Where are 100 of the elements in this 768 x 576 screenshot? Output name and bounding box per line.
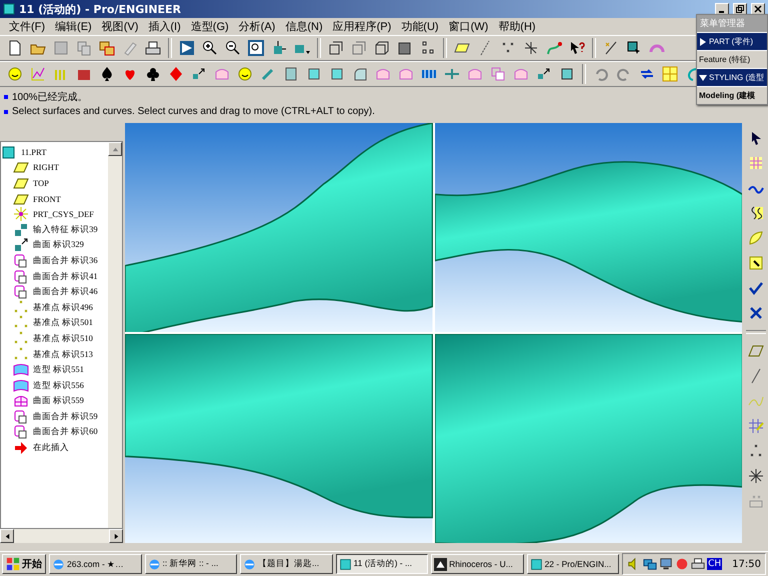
menu-item[interactable]: 文件(F) — [4, 19, 50, 34]
folders-icon — [99, 40, 115, 56]
pencil-icon — [122, 40, 138, 56]
close-icon — [748, 305, 764, 321]
language-indicator[interactable]: CH — [707, 558, 722, 570]
printer-icon — [145, 40, 161, 56]
menu-item[interactable]: 信息(N) — [280, 19, 328, 34]
menu-manager-item[interactable]: Modeling (建模 — [697, 86, 767, 104]
tree-item[interactable]: FRONT — [13, 190, 108, 206]
menu-manager-item[interactable]: PART (零件) — [697, 32, 767, 50]
checkmark-icon — [748, 280, 764, 296]
import-feature-icon — [13, 222, 29, 238]
merge-icon — [13, 268, 29, 285]
cube-icon — [329, 66, 345, 82]
split-icon — [444, 66, 460, 82]
menu-item[interactable]: 帮助(H) — [493, 19, 541, 34]
right-arrow-icon[interactable] — [112, 532, 120, 540]
merge-icon — [13, 408, 29, 425]
surface-icon — [398, 66, 414, 82]
wireframe-icon — [328, 40, 344, 56]
tree-item[interactable]: 基准点 标识496 — [13, 300, 108, 316]
menu-manager-item[interactable]: STYLING (造型 — [697, 68, 767, 86]
bullet-icon — [4, 95, 8, 99]
bullet-icon — [4, 110, 8, 114]
curve-icon — [546, 40, 562, 56]
tree-item[interactable]: 在此插入 — [13, 440, 108, 456]
grid-icon — [748, 155, 764, 171]
coordinate-system-icon — [13, 206, 29, 222]
tree-item[interactable]: 输入特征 标识39 — [13, 222, 108, 238]
tree-item[interactable]: 造型 标识551 — [13, 362, 108, 378]
scrollbar[interactable] — [108, 142, 122, 528]
message-text: Select surfaces and curves. Select curves and drag to move (CTRL+ALT to copy). — [12, 106, 375, 117]
select-box-icon — [626, 40, 642, 56]
copy-icon — [76, 40, 92, 56]
tree-item[interactable]: 曲面合并 标识59 — [13, 409, 108, 425]
tree-item[interactable]: 曲面合并 标识36 — [13, 253, 108, 269]
menu-item[interactable]: 分析(A) — [234, 19, 280, 34]
surface-icon — [13, 237, 29, 254]
surface-edit-icon — [748, 255, 764, 271]
menu-item[interactable]: 编辑(E) — [50, 19, 97, 34]
network-icon[interactable] — [643, 557, 658, 571]
up-arrow-icon[interactable] — [112, 146, 118, 152]
tree-item[interactable]: PRT_CSYS_DEF — [13, 206, 108, 222]
tree-item[interactable]: 基准点 标识501 — [13, 316, 108, 332]
close-button[interactable] — [751, 3, 765, 15]
tree-item[interactable]: 11.PRT — [1, 144, 108, 160]
tree-item[interactable]: 造型 标识556 — [13, 378, 108, 394]
cube-icon — [338, 558, 352, 570]
left-arrow-icon[interactable] — [4, 532, 10, 540]
taskbar-button[interactable]: 【题目】湯匙... — [240, 554, 333, 574]
no-hidden-icon — [374, 40, 390, 56]
taskbar-button[interactable]: 11 (活动的) - ... — [336, 554, 428, 574]
shaded-icon — [397, 40, 413, 56]
select-filter-icon — [603, 40, 619, 56]
menu-manager-title: 菜单管理器 — [697, 15, 767, 32]
printer-icon[interactable] — [691, 557, 706, 571]
chart-icon — [30, 66, 46, 82]
restore-button[interactable] — [733, 3, 747, 15]
tree-item[interactable]: 曲面合并 标识41 — [13, 268, 108, 284]
copy-icon — [490, 66, 506, 82]
scrollbar[interactable] — [0, 529, 123, 543]
tree-item[interactable]: 基准点 标识510 — [13, 331, 108, 347]
club-icon — [145, 66, 161, 82]
surface-icon — [513, 66, 529, 82]
arrow-icon — [191, 66, 207, 82]
new-file-icon — [7, 40, 23, 56]
app-icon — [3, 3, 15, 15]
tree-item[interactable]: 曲面合并 标识60 — [13, 424, 108, 440]
refit-icon[interactable] — [245, 37, 267, 59]
menu-item[interactable]: 功能(U) — [396, 19, 444, 34]
csys-icon — [523, 40, 539, 56]
style-surface-icon — [13, 378, 29, 394]
surface-icon — [13, 393, 29, 410]
menu-item[interactable]: 视图(V) — [96, 19, 144, 34]
taskbar-button[interactable]: Rhinoceros - U... — [431, 554, 524, 574]
redo-icon — [616, 66, 632, 82]
monitor-icon[interactable] — [659, 557, 674, 571]
part-icon — [1, 144, 17, 160]
round-icon — [352, 66, 368, 82]
surface-icon — [467, 66, 483, 82]
taskbar-button[interactable]: :: 新华网 :: - ... — [144, 554, 238, 574]
surface-icon — [748, 230, 764, 246]
tree-item[interactable]: 曲面 标识559 — [13, 394, 108, 410]
tree-item[interactable]: 曲面 标识329 — [13, 238, 108, 254]
minimize-button[interactable] — [715, 3, 729, 15]
start-button[interactable]: 开始 — [2, 554, 46, 574]
save-icon — [53, 40, 69, 56]
menu-item[interactable]: 插入(I) — [143, 19, 186, 34]
tree-item[interactable]: 曲面合并 标识46 — [13, 284, 108, 300]
tree-item[interactable]: RIGHT — [13, 160, 108, 176]
diamond-icon — [168, 66, 184, 82]
menu-item[interactable]: 造型(G) — [186, 19, 234, 34]
tree-item[interactable]: TOP — [13, 175, 108, 191]
taskbar-button[interactable]: 22 - Pro/ENGIN... — [526, 554, 620, 574]
menu-item[interactable]: 窗口(W) — [444, 19, 494, 34]
taskbar-button[interactable]: 263.com - ★… — [49, 554, 142, 574]
zoom-in-icon — [202, 40, 218, 56]
menu-item[interactable]: 应用程序(P) — [328, 19, 396, 34]
tree-item[interactable]: 基准点 标识513 — [13, 346, 108, 362]
help-icon — [569, 40, 585, 56]
